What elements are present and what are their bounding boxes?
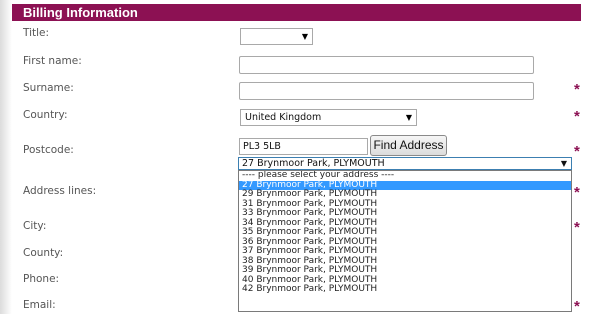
title-select[interactable]: ▼ [240, 28, 313, 45]
country-select[interactable]: United Kingdom ▼ [240, 109, 417, 126]
address-option[interactable]: 42 Brynmoor Park, PLYMOUTH [239, 284, 571, 295]
city-label: City: [23, 220, 47, 232]
country-label: Country: [23, 109, 68, 121]
county-label: County: [23, 247, 64, 259]
email-label: Email: [23, 299, 56, 311]
chevron-down-icon: ▼ [301, 32, 308, 41]
billing-form: Billing Information Title: ▼ First name:… [0, 0, 591, 314]
country-select-value: United Kingdom [245, 112, 322, 123]
first-name-label: First name: [23, 55, 82, 67]
address-lines-label: Address lines: [23, 185, 97, 197]
postcode-label: Postcode: [23, 144, 74, 156]
surname-input[interactable] [239, 82, 534, 100]
postcode-input[interactable]: PL3 5LB [239, 138, 368, 155]
section-header: Billing Information [12, 4, 581, 21]
required-star: * [574, 108, 580, 125]
title-label: Title: [23, 27, 50, 39]
required-star: * [574, 184, 580, 201]
chevron-down-icon: ▼ [560, 159, 567, 168]
required-star: * [574, 298, 580, 314]
surname-label: Surname: [23, 82, 74, 94]
find-address-button[interactable]: Find Address [370, 135, 447, 156]
address-select-value: 27 Brynmoor Park, PLYMOUTH [242, 158, 385, 169]
phone-label: Phone: [23, 273, 60, 285]
first-name-input[interactable] [239, 56, 534, 74]
required-star: * [574, 143, 580, 160]
required-star: * [574, 219, 580, 236]
chevron-down-icon: ▼ [405, 113, 412, 122]
address-dropdown-list[interactable]: ---- please select your address ---- 27 B… [238, 170, 572, 312]
required-star: * [574, 81, 580, 98]
address-select[interactable]: 27 Brynmoor Park, PLYMOUTH ▼ [238, 157, 572, 170]
